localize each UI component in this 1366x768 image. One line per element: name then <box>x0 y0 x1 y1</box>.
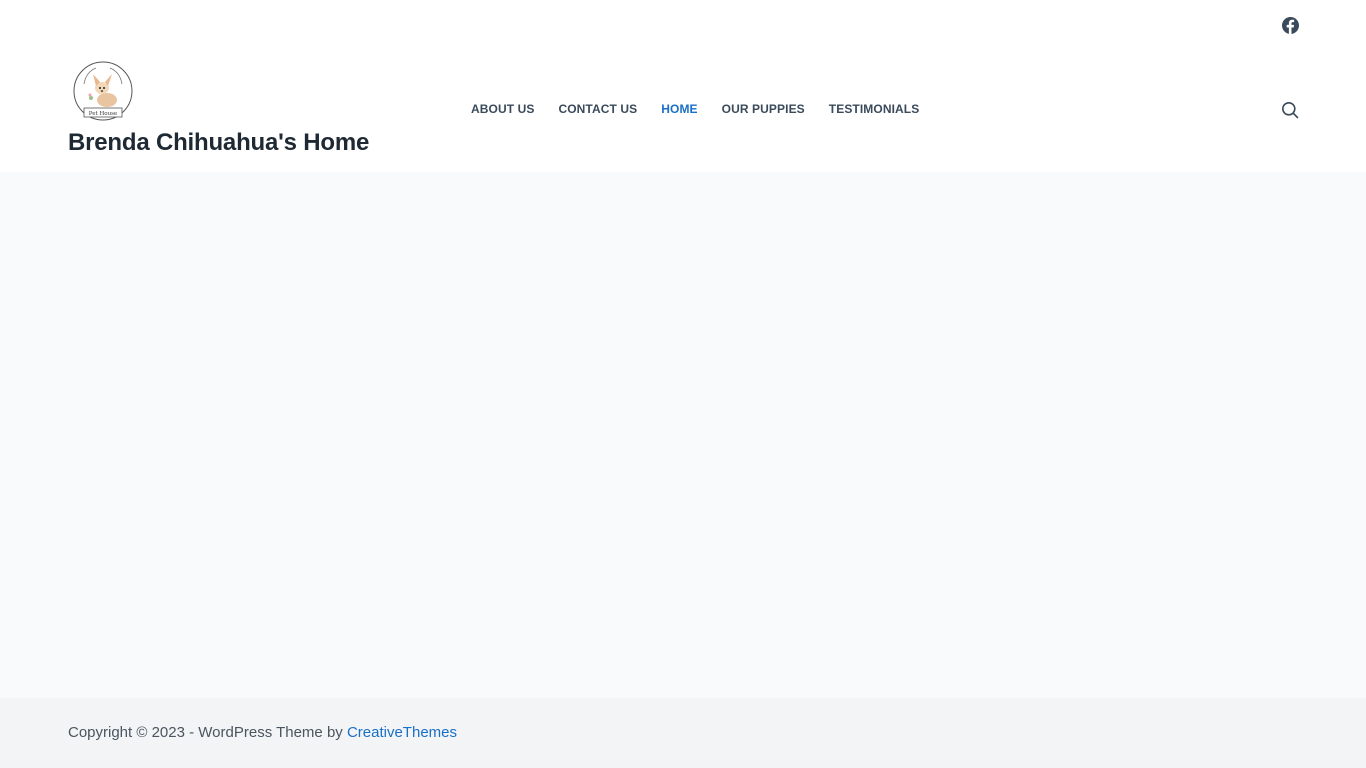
logo-caption: Pet House <box>89 111 117 117</box>
main-nav: ABOUT US CONTACT US HOME OUR PUPPIES TES… <box>459 100 931 118</box>
site-header: Pet House Brenda Chihuahua's Home ABOUT … <box>0 0 1366 172</box>
nav-item-contact-us[interactable]: CONTACT US <box>546 100 649 118</box>
facebook-icon[interactable] <box>1282 17 1299 34</box>
nav-item-about-us[interactable]: ABOUT US <box>459 100 546 118</box>
site-title[interactable]: Brenda Chihuahua's Home <box>68 129 369 157</box>
nav-item-testimonials[interactable]: TESTIMONIALS <box>817 100 932 118</box>
nav-item-our-puppies[interactable]: OUR PUPPIES <box>710 100 817 118</box>
main-content <box>0 172 1366 698</box>
nav-item-home[interactable]: HOME <box>649 100 709 118</box>
creativethemes-link[interactable]: CreativeThemes <box>347 724 457 741</box>
copyright-text: Copyright © 2023 - WordPress Theme by Cr… <box>68 724 457 741</box>
site-logo[interactable]: Pet House <box>72 60 134 122</box>
copyright-prefix: Copyright © 2023 - WordPress Theme by <box>68 724 347 741</box>
search-icon[interactable] <box>1281 101 1299 119</box>
